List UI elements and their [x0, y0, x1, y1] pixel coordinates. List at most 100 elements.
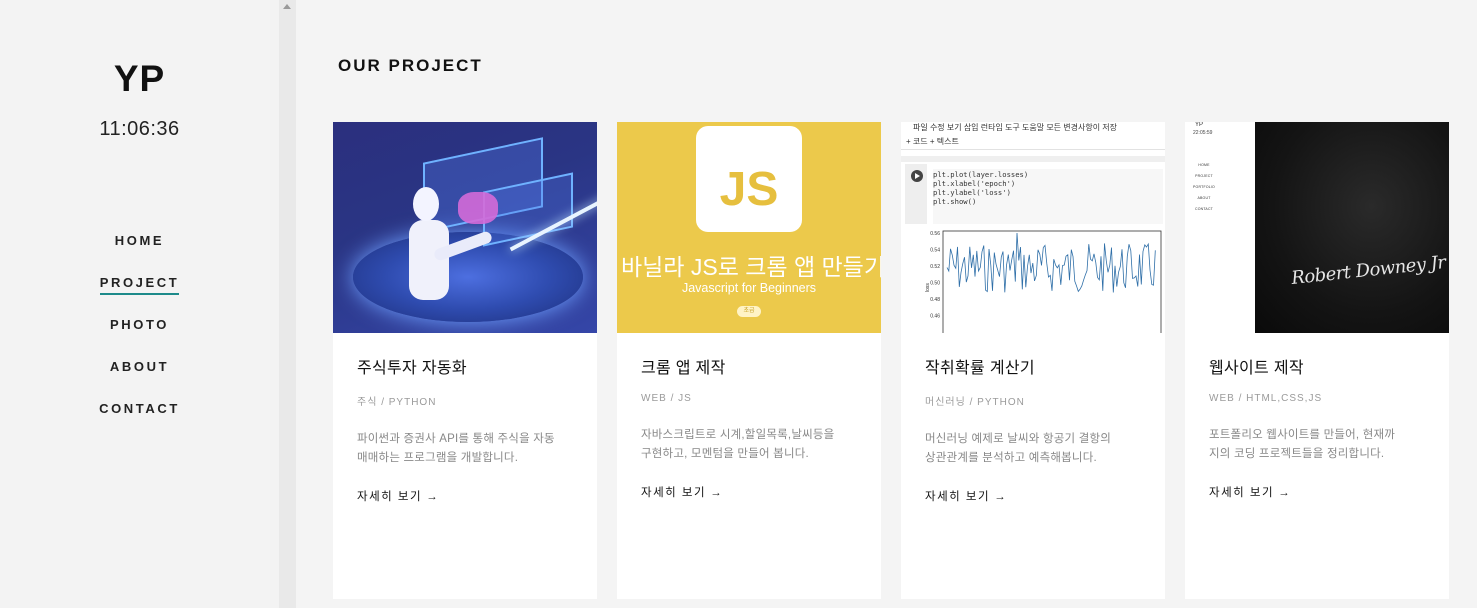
project-category: WEB — [1209, 393, 1235, 404]
section-title: OUR PROJECT — [338, 56, 483, 75]
js-logo-icon: JS — [696, 126, 802, 232]
plot-ytick-label: 0.52 — [930, 264, 940, 270]
project-category: WEB — [641, 393, 667, 404]
clock: 11:06:36 — [99, 118, 180, 140]
meta-separator: / — [381, 397, 385, 408]
project-card-chrome-app[interactable]: JS 바닐라 JS로 크롬 앱 만들기 Javascript for Begin… — [617, 122, 881, 599]
view-details-link[interactable]: 자세히 보기 → — [357, 488, 439, 504]
plot-ytick-label: 0.46 — [930, 314, 940, 320]
level-badge: 초급 — [737, 306, 761, 317]
project-card-stock[interactable]: 주식투자 자동화 주식 / PYTHON 파이썬과 증권사 API를 통해 주식… — [333, 122, 597, 599]
code-line: plt.show() — [933, 197, 977, 206]
view-details-label: 자세히 보기 — [1209, 487, 1275, 499]
project-description: 파이썬과 증권사 API를 통해 주식을 자동매매하는 프로그램을 개발합니다. — [357, 430, 573, 468]
project-thumbnail-notebook[interactable]: 파일 수정 보기 삽입 런타임 도구 도움말 모든 변경사항이 저장 + 코드 … — [901, 122, 1165, 333]
notebook-toolbar: + 코드 + 텍스트 — [901, 136, 1165, 150]
project-description: 자바스크립트로 시계,할일목록,날씨등을구현하고, 모멘텀을 만들어 봅니다. — [641, 426, 857, 464]
project-meta: 머신러닝 / PYTHON — [925, 393, 1141, 408]
meta-separator: / — [670, 393, 675, 404]
project-meta: WEB / JS — [641, 393, 857, 404]
project-tech: PYTHON — [388, 397, 437, 408]
desc-line: 상관관계를 분석하고 예측해봅니다. — [925, 452, 1097, 464]
project-thumbnail-js[interactable]: JS 바닐라 JS로 크롬 앱 만들기 Javascript for Begin… — [617, 122, 881, 333]
loss-series-line — [946, 232, 1156, 293]
code-line: plt.xlabel('epoch') — [933, 179, 1016, 188]
meta-separator: / — [969, 397, 974, 408]
project-tech: PYTHON — [977, 397, 1025, 408]
desc-line: 매매하는 프로그램을 개발합니다. — [357, 452, 519, 464]
nav-link-photo[interactable]: PHOTO — [110, 317, 169, 335]
run-cell-icon — [911, 170, 923, 182]
desc-line: 구현하고, 모멘텀을 만들어 봅니다. — [641, 448, 809, 460]
loss-plot: loss 0.560.540.520.500.480.46 — [925, 230, 1162, 333]
desc-line: 자바스크립트로 시계,할일목록,날씨등을 — [641, 429, 835, 441]
hologram-heart-graphic — [458, 192, 498, 224]
mini-hero-image — [1255, 122, 1449, 333]
project-description: 포트폴리오 웹사이트를 만들어, 현재까지의 코딩 프로젝트들을 정리합니다. — [1209, 426, 1425, 464]
view-details-label: 자세히 보기 — [925, 491, 991, 503]
project-card-website[interactable]: YP 22:05:59 HOME PROJECT PORTFOLIO ABOUT… — [1185, 122, 1449, 599]
desc-line: 지의 코딩 프로젝트들을 정리합니다. — [1209, 448, 1385, 460]
code-line: plt.ylabel('loss') — [933, 188, 1011, 197]
mini-nav-item: ABOUT — [1197, 196, 1211, 200]
arrow-right-icon: → — [994, 491, 1008, 503]
notebook-menubar: 파일 수정 보기 삽입 런타임 도구 도움말 모든 변경사항이 저장 — [913, 123, 1118, 132]
plot-ytick-label: 0.54 — [930, 248, 940, 254]
site-logo[interactable]: YP — [0, 58, 279, 100]
js-logo-text: JS — [719, 163, 779, 216]
arrow-right-icon: → — [710, 487, 724, 499]
notebook-cell-divider — [901, 156, 1165, 162]
sidebar: YP 11:06:36 HOME PROJECT PHOTO ABOUT CON… — [0, 0, 279, 608]
project-meta: 주식 / PYTHON — [357, 393, 573, 408]
nav-link-project[interactable]: PROJECT — [99, 275, 180, 295]
project-category: 주식 — [357, 397, 378, 408]
mini-nav: HOME PROJECT PORTFOLIO ABOUT CONTACT — [1189, 160, 1219, 215]
project-tech: JS — [678, 393, 692, 404]
project-card-ml-calculator[interactable]: 파일 수정 보기 삽입 런타임 도구 도움말 모든 변경사항이 저장 + 코드 … — [901, 122, 1165, 599]
nav-item-contact: CONTACT — [0, 400, 279, 442]
nav-item-about: ABOUT — [0, 358, 279, 400]
code-cell: plt.plot(layer.losses) plt.xlabel('epoch… — [933, 169, 1163, 224]
nav-item-home: HOME — [0, 232, 279, 274]
nav-item-project: PROJECT — [0, 274, 279, 316]
mini-logo: YP — [1195, 122, 1204, 128]
nav-link-home[interactable]: HOME — [115, 233, 164, 251]
project-meta: WEB / HTML,CSS,JS — [1209, 393, 1425, 404]
view-details-label: 자세히 보기 — [357, 491, 423, 503]
mini-nav-item: PORTFOLIO — [1193, 185, 1215, 189]
project-category: 머신러닝 — [925, 397, 966, 408]
view-details-link[interactable]: 자세히 보기 → — [641, 484, 723, 500]
main-content: OUR PROJECT 주식투자 자동화 주식 / PYTHON 파이썬과 증권… — [296, 0, 1477, 608]
nav-link-about[interactable]: ABOUT — [110, 359, 169, 377]
project-description: 머신러닝 예제로 날씨와 항공기 결항의상관관계를 분석하고 예측해봅니다. — [925, 430, 1141, 468]
view-details-link[interactable]: 자세히 보기 → — [1209, 484, 1291, 500]
project-title[interactable]: 작취확률 계산기 — [925, 354, 1141, 378]
thumbnail-title: 바닐라 JS로 크롬 앱 만들기 — [620, 254, 881, 280]
mini-clock: 22:05:59 — [1193, 130, 1213, 136]
scroll-up-arrow-icon[interactable] — [283, 4, 291, 9]
mini-nav-item: HOME — [1198, 163, 1210, 167]
arrow-right-icon: → — [426, 491, 440, 503]
project-thumbnail-robot[interactable] — [333, 122, 597, 333]
view-details-link[interactable]: 자세히 보기 → — [925, 488, 1007, 504]
sidebar-scrollbar[interactable] — [279, 0, 296, 608]
plot-ytick-label: 0.48 — [930, 297, 940, 303]
desc-line: 파이썬과 증권사 API를 통해 주식을 자동 — [357, 433, 555, 445]
project-title[interactable]: 크롬 앱 제작 — [641, 354, 857, 378]
main-nav: HOME PROJECT PHOTO ABOUT CONTACT — [0, 232, 279, 442]
code-line: plt.plot(layer.losses) — [933, 170, 1029, 179]
project-title[interactable]: 웹사이트 제작 — [1209, 354, 1425, 378]
project-thumbnail-website[interactable]: YP 22:05:59 HOME PROJECT PORTFOLIO ABOUT… — [1185, 122, 1449, 333]
mini-sidebar: YP 22:05:59 HOME PROJECT PORTFOLIO ABOUT… — [1185, 122, 1255, 333]
project-title[interactable]: 주식투자 자동화 — [357, 354, 573, 378]
desc-line: 포트폴리오 웹사이트를 만들어, 현재까 — [1209, 429, 1396, 441]
desc-line: 머신러닝 예제로 날씨와 항공기 결항의 — [925, 433, 1112, 445]
project-tech: HTML,CSS,JS — [1246, 393, 1323, 404]
mini-nav-item: CONTACT — [1194, 207, 1214, 211]
arrow-right-icon: → — [1278, 487, 1292, 499]
meta-separator: / — [1238, 393, 1243, 404]
plot-ytick-label: 0.50 — [930, 281, 940, 287]
plot-ytick-label: 0.56 — [930, 231, 940, 237]
nav-link-contact[interactable]: CONTACT — [99, 401, 180, 419]
plot-yticks: 0.56 0.54 0.52 0.50 0.48 0.46 — [930, 231, 940, 320]
